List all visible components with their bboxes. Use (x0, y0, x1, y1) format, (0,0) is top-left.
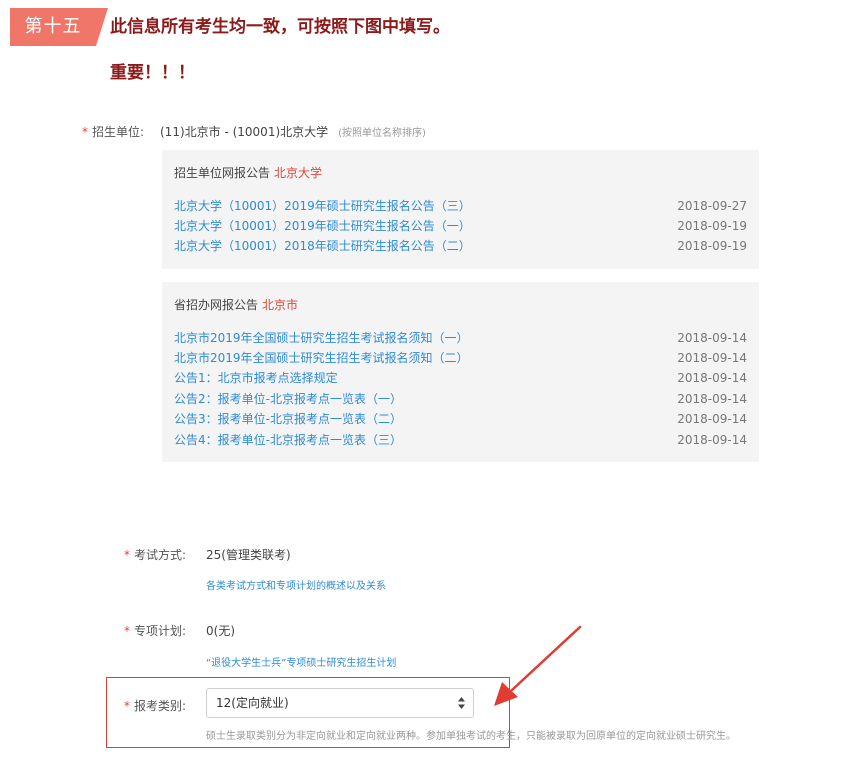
exam-method-label: * 考试方式: (124, 546, 186, 563)
recruit-unit-value: (11)北京市 - (10001)北京大学 (按照单位名称排序) (160, 123, 426, 140)
list-item[interactable]: 公告2：报考单位-北京报考点一览表（一） 2018-09-14 (174, 389, 747, 409)
exam-method-overview-link[interactable]: 各类考试方式和专项计划的概述以及关系 (206, 577, 386, 592)
notice-link[interactable]: 北京大学（10001）2019年硕士研究生报名公告（三） (174, 196, 471, 216)
province-notices-panel: 省招办网报公告 北京市 北京市2019年全国硕士研究生招生考试报名须知（一） 20… (162, 282, 759, 462)
apply-category-label-text: 报考类别: (134, 699, 187, 713)
notice-date: 2018-09-19 (677, 219, 747, 233)
step-tag: 第十五 (10, 8, 108, 46)
required-star: * (82, 125, 88, 139)
notice-link[interactable]: 北京市2019年全国硕士研究生招生考试报名须知（一） (174, 328, 469, 348)
recruit-unit-label-text: 招生单位: (92, 125, 145, 139)
notice-date: 2018-09-14 (677, 351, 747, 365)
exam-method-label-text: 考试方式: (134, 548, 187, 562)
list-item[interactable]: 公告3：报考单位-北京报考点一览表（二） 2018-09-14 (174, 409, 747, 429)
recruit-unit-hint: (按照单位名称排序) (338, 128, 426, 139)
instruction-headline: 此信息所有考生均一致，可按照下图中填写。 (110, 17, 450, 37)
list-item[interactable]: 北京大学（10001）2019年硕士研究生报名公告（三） 2018-09-27 (174, 196, 747, 216)
veteran-plan-link[interactable]: “退役大学生士兵”专项硕士研究生招生计划 (206, 654, 396, 669)
apply-category-label: * 报考类别: (124, 697, 186, 714)
unit-notices-panel: 招生单位网报公告 北京大学 北京大学（10001）2019年硕士研究生报名公告（三… (162, 150, 759, 269)
notice-link[interactable]: 公告3：报考单位-北京报考点一览表（二） (174, 409, 402, 429)
required-star: * (124, 699, 130, 713)
notice-link[interactable]: 公告2：报考单位-北京报考点一览表（一） (174, 389, 402, 409)
exam-method-value: 25(管理类联考) (206, 548, 291, 562)
required-star: * (124, 624, 130, 638)
notice-date: 2018-09-14 (677, 371, 747, 385)
unit-notices-title-text: 招生单位网报公告 (174, 166, 271, 180)
recruit-unit-label: * 招生单位: (82, 123, 144, 140)
list-item[interactable]: 北京大学（10001）2019年硕士研究生报名公告（一） 2018-09-19 (174, 216, 747, 236)
province-notices-title: 省招办网报公告 北京市 (174, 296, 298, 313)
required-star: * (124, 548, 130, 562)
special-plan-label-text: 专项计划: (134, 624, 187, 638)
notice-link[interactable]: 公告4：报考单位-北京报考点一览表（三） (174, 430, 402, 450)
notice-date: 2018-09-14 (677, 412, 747, 426)
special-plan-label: * 专项计划: (124, 622, 186, 639)
notice-date: 2018-09-27 (677, 199, 747, 213)
list-item[interactable]: 北京大学（10001）2018年硕士研究生报名公告（二） 2018-09-19 (174, 236, 747, 256)
unit-notices-title: 招生单位网报公告 北京大学 (174, 164, 322, 181)
unit-notices-title-unit: 北京大学 (274, 166, 323, 180)
apply-category-selected: 12(定向就业) (216, 696, 289, 710)
notice-date: 2018-09-14 (677, 433, 747, 447)
list-item[interactable]: 公告1：北京市报考点选择规定 2018-09-14 (174, 368, 747, 388)
province-notices-title-text: 省招办网报公告 (174, 298, 259, 312)
province-notices-title-city: 北京市 (262, 298, 299, 312)
recruit-unit-value-text: (11)北京市 - (10001)北京大学 (160, 125, 329, 139)
notice-link[interactable]: 北京市2019年全国硕士研究生招生考试报名须知（二） (174, 348, 469, 368)
special-plan-value: 0(无) (206, 624, 235, 638)
notice-date: 2018-09-14 (677, 331, 747, 345)
select-arrows-icon (458, 697, 465, 709)
apply-category-select[interactable]: 12(定向就业) (206, 688, 474, 718)
list-item[interactable]: 公告4：报考单位-北京报考点一览表（三） 2018-09-14 (174, 430, 747, 450)
important-note: 重要！！！ (110, 63, 195, 83)
notice-date: 2018-09-19 (677, 239, 747, 253)
notice-link[interactable]: 公告1：北京市报考点选择规定 (174, 368, 338, 388)
step-tag-label: 第十五 (24, 16, 82, 37)
apply-category-explanation: 硕士生录取类别分为非定向就业和定向就业两种。参加单独考试的考生，只能被录取为回原… (206, 731, 736, 742)
notice-link[interactable]: 北京大学（10001）2018年硕士研究生报名公告（二） (174, 236, 471, 256)
list-item[interactable]: 北京市2019年全国硕士研究生招生考试报名须知（二） 2018-09-14 (174, 348, 747, 368)
notice-date: 2018-09-14 (677, 392, 747, 406)
notice-link[interactable]: 北京大学（10001）2019年硕士研究生报名公告（一） (174, 216, 471, 236)
list-item[interactable]: 北京市2019年全国硕士研究生招生考试报名须知（一） 2018-09-14 (174, 328, 747, 348)
